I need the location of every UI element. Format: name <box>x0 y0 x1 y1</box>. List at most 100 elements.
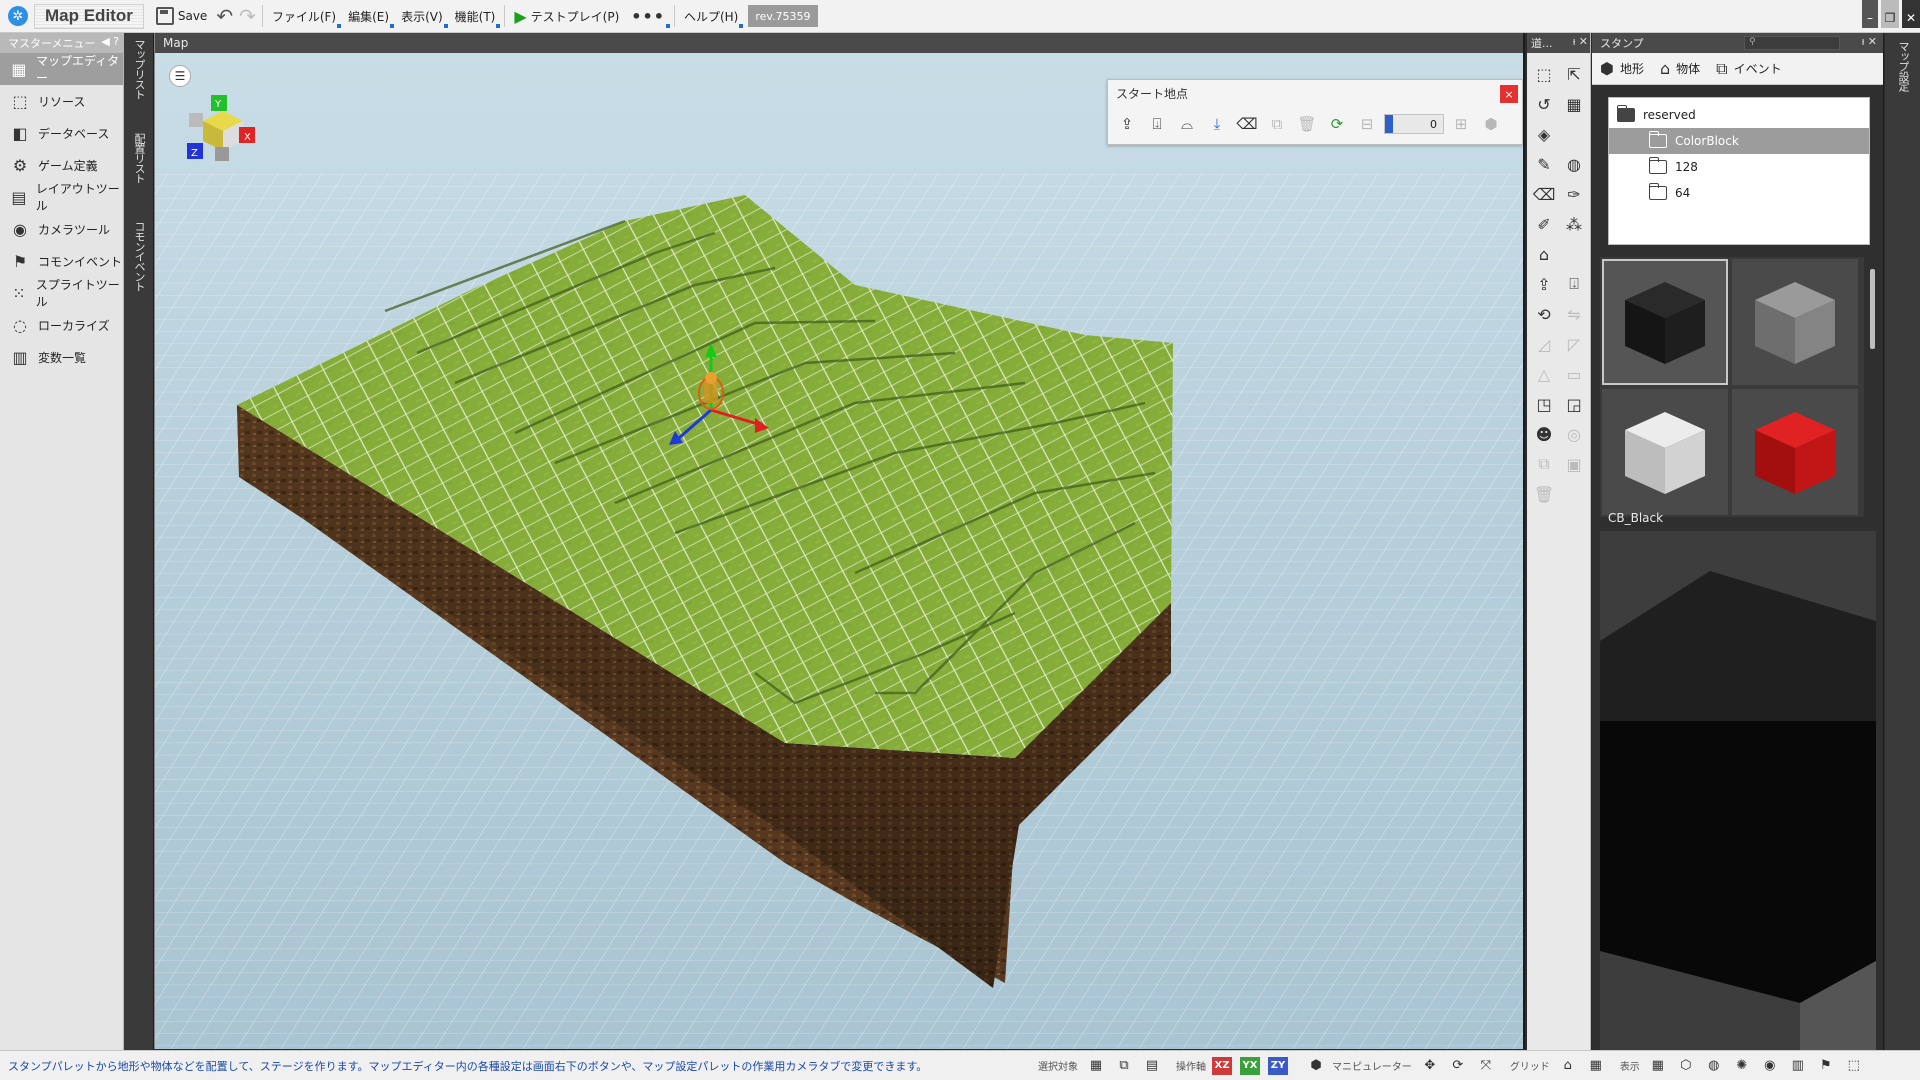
master-menu-header-buttons[interactable]: ◀ ? <box>101 35 119 48</box>
redo-icon[interactable]: ↷ <box>236 4 259 28</box>
tab-placement-list[interactable]: 配置リスト <box>129 133 149 183</box>
tab-map-list[interactable]: マップリスト <box>129 39 149 99</box>
menu-help[interactable]: ヘルプ(H) <box>678 4 744 29</box>
decrement-icon[interactable]: ⊟ <box>1354 112 1380 136</box>
menu-item-camera-tool[interactable]: ◉ カメラツール <box>0 213 123 245</box>
spray-tool-icon[interactable]: ⁂ <box>1559 209 1589 239</box>
more-options-button[interactable]: ••• <box>625 4 671 29</box>
character-icon[interactable]: ☻ <box>1529 419 1559 449</box>
move-gizmo-icon[interactable]: ✥ <box>1418 1055 1442 1077</box>
box-tool-icon[interactable]: ▭ <box>1559 359 1589 389</box>
lower-terrain-icon[interactable]: ⍗ <box>1559 269 1589 299</box>
pointer-select-icon[interactable]: ⇱ <box>1559 59 1589 89</box>
map-scene[interactable] <box>155 53 1523 1049</box>
slope-b-icon[interactable]: ◸ <box>1559 329 1589 359</box>
select-grid-icon[interactable]: ▦ <box>1084 1055 1108 1077</box>
raise-terrain-icon[interactable]: ⇪ <box>1529 269 1559 299</box>
rotate-icon[interactable]: ⟳ <box>1324 112 1350 136</box>
tree-node-64[interactable]: 64 <box>1609 180 1869 206</box>
trash-icon[interactable]: 🗑 <box>1529 479 1559 509</box>
display-light-icon[interactable]: ✺ <box>1730 1055 1754 1077</box>
menu-item-common-event[interactable]: ⚑ コモンイベント <box>0 245 123 277</box>
maximize-button[interactable]: ❐ <box>1881 0 1899 28</box>
lasso-select-icon[interactable]: ↺ <box>1529 89 1559 119</box>
tools-panel-header-buttons[interactable]: ᵼ ✕ <box>1573 35 1588 48</box>
menu-item-localize[interactable]: ◌ ローカライズ <box>0 309 123 341</box>
menu-item-map-editor[interactable]: ▦ マップエディター <box>0 53 123 85</box>
display-settings-icon[interactable]: ⬚ <box>1842 1055 1866 1077</box>
swatch-white-cube[interactable] <box>1602 389 1728 515</box>
paint-tool-icon[interactable]: ✐ <box>1529 209 1559 239</box>
copy-icon[interactable]: ⧉ <box>1264 112 1290 136</box>
menu-item-resource[interactable]: ⬚ リソース <box>0 85 123 117</box>
display-object-icon[interactable]: ◍ <box>1702 1055 1726 1077</box>
menu-item-layout-tool[interactable]: ▤ レイアウトツール <box>0 181 123 213</box>
slope-a-icon[interactable]: ◿ <box>1529 329 1559 359</box>
swatch-gray-cube[interactable] <box>1732 259 1858 385</box>
menu-function[interactable]: 機能(T) <box>449 4 502 29</box>
rotate-tool-icon[interactable]: ⟲ <box>1529 299 1559 329</box>
delete-icon[interactable]: 🗑 <box>1294 112 1320 136</box>
menu-item-sprite-tool[interactable]: ⁙ スプライトツール <box>0 277 123 309</box>
display-event-icon[interactable]: ⚑ <box>1814 1055 1838 1077</box>
move-front-icon[interactable]: ◳ <box>1529 389 1559 419</box>
place-icon[interactable]: ⍗ <box>1144 112 1170 136</box>
layer-list-button[interactable]: ☰ <box>169 65 191 87</box>
eraser-tool-icon[interactable]: ⌫ <box>1529 179 1559 209</box>
tab-object[interactable]: ⌂ 物体 <box>1660 59 1700 78</box>
paste-icon[interactable]: ▣ <box>1559 449 1589 479</box>
stamp-place-icon[interactable]: ⤓ <box>1204 112 1230 136</box>
eyedropper-icon[interactable]: ✑ <box>1559 179 1589 209</box>
tree-node-128[interactable]: 128 <box>1609 154 1869 180</box>
rect-select-icon[interactable]: ⬚ <box>1529 59 1559 89</box>
block-place-icon[interactable]: ◈ <box>1529 119 1559 149</box>
menu-item-database[interactable]: ◧ データベース <box>0 117 123 149</box>
menu-file[interactable]: ファイル(F) <box>266 4 342 29</box>
display-camera-icon[interactable]: ◉ <box>1758 1055 1782 1077</box>
duplicate-icon[interactable]: ⧉ <box>1529 449 1559 479</box>
undo-icon[interactable]: ↶ <box>213 4 236 28</box>
triangle-tool-icon[interactable]: △ <box>1529 359 1559 389</box>
fill-bucket-icon[interactable]: ◍ <box>1559 149 1589 179</box>
minimize-button[interactable]: – <box>1862 0 1878 28</box>
stamp-search-field[interactable]: ⚲ <box>1744 36 1840 50</box>
tile-grid-icon[interactable]: ▦ <box>1559 89 1589 119</box>
grid-toggle-icon[interactable]: ⌂ <box>1556 1055 1580 1077</box>
menu-item-variable-list[interactable]: ▥ 変数一覧 <box>0 341 123 373</box>
start-panel-close-button[interactable]: × <box>1500 85 1518 103</box>
test-play-button[interactable]: ▶ テストプレイ(P) <box>508 4 625 29</box>
target-icon[interactable]: ◎ <box>1559 419 1589 449</box>
swatch-black-cube[interactable] <box>1602 259 1728 385</box>
rotate-gizmo-icon[interactable]: ⟳ <box>1446 1055 1470 1077</box>
display-grid-icon[interactable]: ▦ <box>1646 1055 1670 1077</box>
menu-view[interactable]: 表示(V) <box>395 4 449 29</box>
save-button[interactable]: Save <box>150 4 213 29</box>
menu-edit[interactable]: 編集(E) <box>342 4 395 29</box>
swatch-scrollbar[interactable] <box>1870 269 1875 349</box>
tree-node-colorblock[interactable]: ColorBlock <box>1609 128 1869 154</box>
move-back-icon[interactable]: ◲ <box>1559 389 1589 419</box>
menu-item-game-definition[interactable]: ⚙ ゲーム定義 <box>0 149 123 181</box>
increment-icon[interactable]: ⊞ <box>1448 112 1474 136</box>
stamp-panel-header-buttons[interactable]: ᵼ ✕ <box>1862 35 1877 48</box>
eraser-icon[interactable]: ⌫ <box>1234 112 1260 136</box>
cube-icon[interactable]: ⬢ <box>1478 112 1504 136</box>
close-window-button[interactable]: ✕ <box>1902 0 1920 28</box>
orientation-gizmo[interactable]: Y X Z <box>173 91 263 171</box>
flip-tool-icon[interactable]: ⇋ <box>1559 299 1589 329</box>
select-object-icon[interactable]: ⧉ <box>1112 1055 1136 1077</box>
map-3d-canvas[interactable]: ☰ Y X Z スタート地点 × ⇪ ⍗ ⌓ ⤓ ⌫ ⧉ 🗑 ⟳ ⊟ 0 ⊞ ⬢ <box>155 53 1523 1049</box>
axis-yx-button[interactable]: YX <box>1240 1056 1260 1075</box>
axis-zy-button[interactable]: ZY <box>1268 1056 1288 1075</box>
pencil-icon[interactable]: ✎ <box>1529 149 1559 179</box>
manipulator-toggle-icon[interactable]: ⬢ <box>1304 1055 1328 1077</box>
house-icon[interactable]: ⌂ <box>1529 239 1559 269</box>
tree-node-reserved[interactable]: reserved <box>1609 102 1869 128</box>
tab-terrain[interactable]: ⬢ 地形 <box>1600 59 1644 78</box>
tab-common-event[interactable]: コモンイベント <box>129 221 149 291</box>
start-panel-value-field[interactable]: 0 <box>1384 114 1444 134</box>
flatten-icon[interactable]: ⌓ <box>1174 112 1200 136</box>
tab-map-settings[interactable]: マップ設定 <box>1893 41 1913 91</box>
display-collision-icon[interactable]: ▥ <box>1786 1055 1810 1077</box>
tab-event[interactable]: ⧉ イベント <box>1716 59 1781 79</box>
